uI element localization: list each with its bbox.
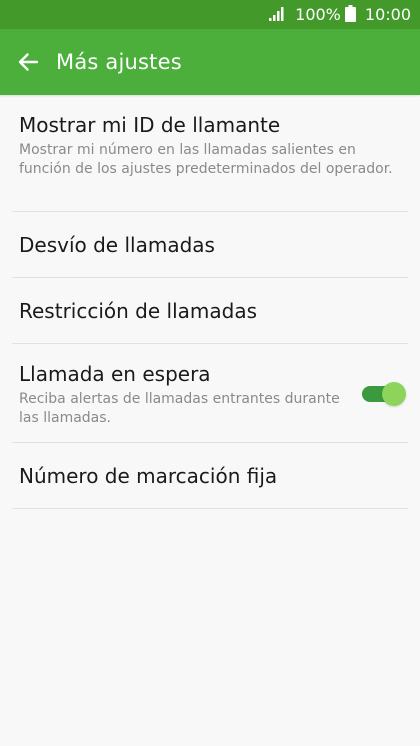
setting-call-forwarding[interactable]: Desvío de llamadas — [12, 212, 408, 278]
setting-call-waiting-text: Llamada en espera Reciba alertas de llam… — [19, 361, 349, 428]
setting-caller-id[interactable]: Mostrar mi ID de llamante Mostrar mi núm… — [12, 95, 408, 212]
back-arrow-icon — [18, 53, 38, 71]
battery-percentage: 100% — [295, 5, 341, 24]
toggle-thumb — [382, 382, 406, 406]
setting-call-waiting-summary: Reciba alertas de llamadas entrantes dur… — [19, 391, 340, 426]
status-bar: 100% 10:00 — [0, 0, 420, 29]
back-button[interactable] — [0, 29, 56, 95]
setting-call-waiting[interactable]: Llamada en espera Reciba alertas de llam… — [12, 344, 408, 443]
settings-list: Mostrar mi ID de llamante Mostrar mi núm… — [0, 95, 420, 509]
battery-icon — [344, 4, 356, 26]
setting-fixed-dialing-title: Número de marcación fija — [19, 463, 278, 488]
setting-caller-id-title: Mostrar mi ID de llamante — [19, 113, 281, 137]
setting-call-forwarding-title: Desvío de llamadas — [19, 232, 215, 257]
app-bar: Más ajustes — [0, 29, 420, 95]
setting-call-barring-title: Restricción de llamadas — [19, 298, 257, 323]
setting-caller-id-summary: Mostrar mi número en las llamadas salien… — [19, 142, 393, 177]
signal-icon — [269, 6, 285, 25]
status-time: 10:00 — [364, 5, 411, 24]
setting-fixed-dialing[interactable]: Número de marcación fija — [12, 443, 408, 509]
setting-call-waiting-title: Llamada en espera — [19, 362, 211, 386]
setting-call-barring[interactable]: Restricción de llamadas — [12, 278, 408, 344]
call-waiting-toggle[interactable] — [362, 382, 408, 406]
page-title: Más ajustes — [56, 50, 182, 74]
